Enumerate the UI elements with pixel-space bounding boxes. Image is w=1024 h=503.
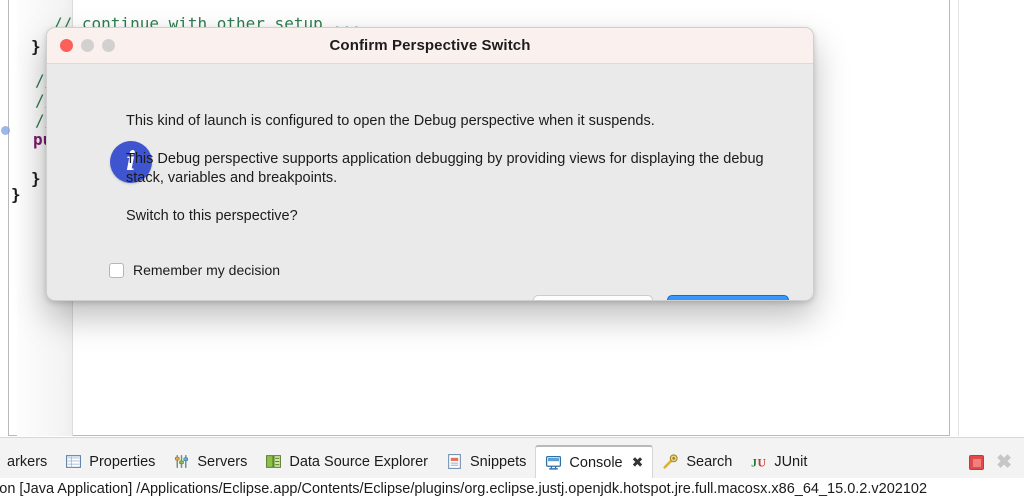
tab-data-source-explorer[interactable]: Data Source Explorer [256,445,437,478]
view-tab-bar[interactable]: arkers Properties Servers Data Source Explo… [0,437,1024,479]
junit-icon: JU [751,456,767,469]
tab-label: Console [569,454,623,471]
properties-icon [66,455,82,468]
remember-my-decision-label: Remember my decision [133,262,281,278]
no-button[interactable]: No [533,295,653,300]
tab-bar-actions[interactable]: ✖ [969,453,1024,478]
svg-text:U: U [758,456,767,469]
window-controls[interactable] [60,39,115,52]
tab-close-icon[interactable]: ✖ [632,454,644,471]
tab-label: Snippets [469,453,527,470]
data-source-explorer-icon [266,455,282,468]
switch-button[interactable]: Switch [667,295,789,300]
tab-properties[interactable]: Properties [56,445,164,478]
tab-label: arkers [7,453,48,470]
servers-icon [175,455,189,468]
dialog-titlebar[interactable]: Confirm Perspective Switch [47,28,813,64]
tab-snippets[interactable]: Snippets [437,445,535,478]
tab-label: Servers [197,453,248,470]
screen-root: // continue with other setup ...}//////p… [0,0,1024,503]
tab-servers[interactable]: Servers [164,445,256,478]
dialog-message-2: This Debug perspective supports applicat… [126,151,764,186]
remember-my-decision-checkbox[interactable] [109,262,124,278]
breakpoint-marker-icon[interactable] [1,126,10,135]
dialog-message-3: Switch to this perspective? [126,208,298,224]
tab-arkers[interactable]: arkers [0,445,56,478]
minimize-window-button[interactable] [81,39,94,52]
close-window-button[interactable] [60,39,73,52]
tab-label: Search [686,453,733,470]
terminate-icon[interactable] [969,455,985,470]
dialog-body: i This kind of launch is configured to o… [47,64,813,300]
console-output[interactable]: tion [Java Application] /Applications/Ec… [0,478,1024,503]
tab-junit[interactable]: J U JUnit [741,445,816,478]
right-side-panel [958,0,1024,436]
dialog-button-row: No Switch [533,295,789,300]
search-icon [663,454,678,469]
tab-label: Properties [89,453,156,470]
remove-launch-icon[interactable]: ✖ [996,453,1012,472]
tab-search[interactable]: Search [653,445,741,478]
confirm-perspective-switch-dialog[interactable]: Confirm Perspective Switch i This kind o… [46,27,814,301]
svg-text:J: J [751,456,757,469]
code-token-punct: } [11,185,21,204]
tab-label: Data Source Explorer [289,453,428,470]
console-status-text: tion [Java Application] /Applications/Ec… [0,481,928,497]
dialog-message-block: This kind of launch is configured to ope… [126,112,781,226]
console-icon [546,456,562,470]
remember-my-decision-row[interactable]: Remember my decision [109,262,280,278]
dialog-message-1: This kind of launch is configured to ope… [126,113,655,129]
tab-console[interactable]: Console ✖ [535,445,654,478]
dialog-title: Confirm Perspective Switch [329,37,531,54]
maximize-window-button[interactable] [102,39,115,52]
snippets-icon [448,454,461,469]
tab-label: JUnit [774,453,808,470]
code-token-punct: } [31,37,41,56]
